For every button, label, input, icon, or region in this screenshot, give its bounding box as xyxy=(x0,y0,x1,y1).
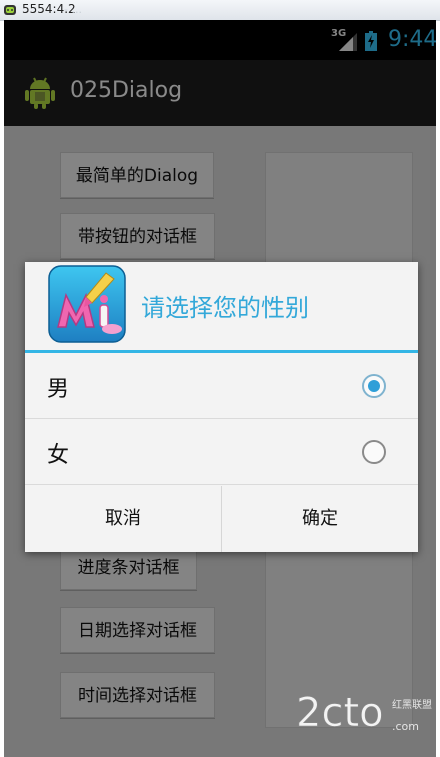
radio-female[interactable] xyxy=(362,440,386,464)
option-female-label: 女 xyxy=(47,443,70,468)
android-screen: 3G 9:44 025Dialog 最简单的Dialog 带按钮的对话框 进度条… xyxy=(4,20,436,757)
radio-male-checked[interactable] xyxy=(362,374,386,398)
paint-app-icon xyxy=(48,265,126,343)
cancel-button[interactable]: 取消 xyxy=(25,486,221,552)
2cto-watermark-logo: 2cto 红黑联盟 .com xyxy=(296,690,432,736)
svg-text:红黑联盟: 红黑联盟 xyxy=(392,698,432,711)
confirm-button[interactable]: 确定 xyxy=(222,486,418,552)
dialog-buttons: 取消 确定 xyxy=(25,486,418,552)
android-emulator-icon xyxy=(4,5,16,15)
svg-text:.com: .com xyxy=(392,720,419,733)
dialog-title: 请选择您的性别 xyxy=(141,294,309,322)
gender-dialog: 请选择您的性别 男 女 取消 确定 xyxy=(25,262,418,552)
emulator-titlebar: 5554:4.2 - ... xyxy=(0,0,440,21)
emulator-subtitle: - ... xyxy=(64,3,82,16)
svg-text:2cto: 2cto xyxy=(296,690,384,736)
option-male[interactable]: 男 xyxy=(25,353,418,419)
option-female[interactable]: 女 xyxy=(25,419,418,485)
option-male-label: 男 xyxy=(47,377,70,402)
dialog-header: 请选择您的性别 xyxy=(25,262,418,350)
